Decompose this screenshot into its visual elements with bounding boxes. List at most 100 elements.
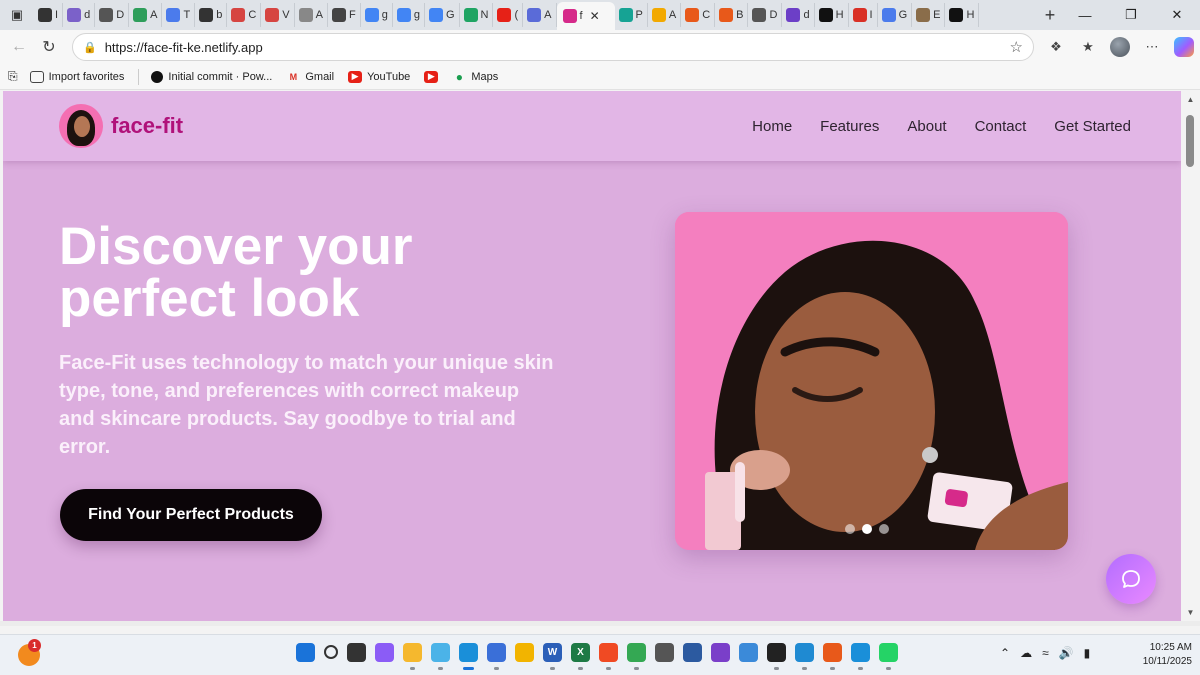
- browser-tab[interactable]: D: [95, 3, 130, 27]
- browser-tab[interactable]: V: [261, 3, 295, 27]
- extensions-icon[interactable]: ❖: [1044, 35, 1068, 59]
- carousel-dot-1[interactable]: [845, 524, 855, 534]
- address-bar[interactable]: 🔒 https://face-fit-ke.netlify.app ☆: [72, 33, 1034, 61]
- nav-contact[interactable]: Contact: [975, 118, 1027, 135]
- bookmark-maps[interactable]: ● Maps: [452, 70, 499, 84]
- browser-tab[interactable]: F: [328, 3, 361, 27]
- vertical-scrollbar[interactable]: ▲ ▼: [1181, 91, 1200, 626]
- network-status-icon[interactable]: ☁: [1020, 646, 1032, 660]
- browser-tab[interactable]: T: [162, 3, 196, 27]
- browser-tab[interactable]: d: [63, 3, 96, 27]
- tab-actions-icon[interactable]: ▣: [0, 0, 34, 30]
- edge-dev-icon[interactable]: [851, 643, 870, 670]
- brand-name[interactable]: face-fit: [111, 113, 183, 139]
- nav-home[interactable]: Home: [752, 118, 792, 135]
- browser-tab[interactable]: B: [715, 3, 749, 27]
- carousel-dot-2[interactable]: [862, 524, 872, 534]
- browser-tab[interactable]: D: [748, 3, 783, 27]
- logo-avatar[interactable]: [59, 104, 103, 148]
- bookmark-youtube[interactable]: ▶ YouTube: [348, 70, 410, 83]
- browser-tab[interactable]: A: [295, 3, 328, 27]
- browser-tab[interactable]: G: [878, 3, 913, 27]
- files-icon[interactable]: [515, 643, 534, 662]
- bookmark-import-favorites[interactable]: Import favorites: [29, 70, 124, 83]
- browser-tab[interactable]: E: [912, 3, 946, 27]
- carousel-dot-3[interactable]: [879, 524, 889, 534]
- restore-icon[interactable]: ❐: [1108, 0, 1154, 30]
- browser-tab[interactable]: P: [615, 3, 648, 27]
- close-tab-icon[interactable]: ✕: [590, 9, 600, 23]
- nav-features[interactable]: Features: [820, 118, 879, 135]
- tray-overflow-icon[interactable]: ⌃: [1000, 646, 1010, 660]
- scroll-down-icon[interactable]: ▼: [1181, 604, 1200, 620]
- browser-tab[interactable]: A: [523, 3, 557, 27]
- file-explorer-icon[interactable]: [403, 643, 422, 670]
- back-button[interactable]: ←: [4, 32, 34, 62]
- whatsapp-icon[interactable]: [879, 643, 898, 670]
- scroll-up-icon[interactable]: ▲: [1181, 91, 1200, 107]
- browser-tab[interactable]: H: [815, 3, 849, 27]
- weather-widget-icon[interactable]: 1: [18, 639, 41, 666]
- soccer-icon[interactable]: [655, 643, 674, 662]
- refresh-button[interactable]: ↻: [34, 32, 64, 62]
- browser-tab[interactable]: C: [227, 3, 262, 27]
- browser-tab[interactable]: g: [361, 3, 393, 27]
- favorites-icon[interactable]: ★: [1076, 35, 1100, 59]
- system-tray: ⌃ ☁ ≈ 🔊 ▮: [1000, 646, 1090, 660]
- bookmark-youtube-2[interactable]: ▶: [424, 70, 439, 83]
- volume-icon[interactable]: 🔊: [1059, 646, 1074, 660]
- chrome-dev-icon[interactable]: [823, 643, 842, 670]
- profile-button[interactable]: [1108, 35, 1132, 59]
- more-menu-icon[interactable]: ⋯: [1140, 35, 1164, 59]
- nav-get-started[interactable]: Get Started: [1054, 118, 1131, 135]
- browser-tab[interactable]: A: [129, 3, 163, 27]
- task-view-icon[interactable]: [347, 643, 366, 662]
- hero-carousel[interactable]: [675, 212, 1068, 550]
- new-tab-button[interactable]: +: [1038, 5, 1062, 26]
- store-icon[interactable]: [487, 643, 506, 670]
- browser-tab[interactable]: d: [782, 3, 815, 27]
- start-icon[interactable]: [296, 643, 315, 662]
- podcast-icon[interactable]: [711, 643, 730, 662]
- notepad-icon[interactable]: [739, 643, 758, 662]
- minimize-icon[interactable]: —: [1062, 0, 1108, 30]
- edge-icon[interactable]: [459, 643, 478, 670]
- favorite-star-icon[interactable]: ☆: [1010, 38, 1023, 56]
- chat-button[interactable]: [1106, 554, 1156, 604]
- copilot-button[interactable]: [1172, 35, 1196, 59]
- photos-icon[interactable]: [431, 643, 450, 670]
- browser-tab[interactable]: (: [493, 3, 524, 27]
- battery-icon[interactable]: ▮: [1084, 646, 1091, 660]
- url-text[interactable]: https://face-fit-ke.netlify.app: [105, 40, 1010, 55]
- pen-icon[interactable]: [683, 643, 702, 662]
- bookmark-gmail[interactable]: M Gmail: [286, 71, 334, 83]
- browser-tab[interactable]: N: [460, 3, 494, 27]
- excel-icon[interactable]: X: [571, 643, 590, 670]
- active-tab[interactable]: f ✕: [556, 2, 615, 30]
- browser-tab[interactable]: g: [393, 3, 425, 27]
- chrome-icon[interactable]: [627, 643, 646, 670]
- brave-icon[interactable]: [599, 643, 618, 670]
- wifi-icon[interactable]: ≈: [1042, 646, 1049, 660]
- copilot-icon[interactable]: [375, 643, 394, 662]
- word-icon[interactable]: W: [543, 643, 562, 670]
- search-icon[interactable]: [324, 645, 338, 659]
- browser-tab[interactable]: I: [34, 3, 64, 27]
- scroll-thumb[interactable]: [1186, 115, 1194, 167]
- browser-tab[interactable]: H: [945, 3, 980, 27]
- browser-tab[interactable]: b: [195, 3, 228, 27]
- close-window-icon[interactable]: ✕: [1154, 0, 1200, 30]
- browser-tab[interactable]: I: [849, 3, 878, 27]
- bookmark-github[interactable]: Initial commit · Pow...: [151, 70, 272, 83]
- clock[interactable]: 10:25 AM 10/11/2025: [1122, 641, 1192, 669]
- terminal-icon[interactable]: [767, 643, 786, 670]
- browser-tab[interactable]: A: [648, 3, 682, 27]
- collections-icon[interactable]: ⎘: [8, 69, 18, 84]
- find-products-button[interactable]: Find Your Perfect Products: [60, 489, 322, 541]
- tab-title: g: [413, 9, 420, 21]
- lock-icon[interactable]: 🔒: [83, 41, 97, 54]
- vscode-icon[interactable]: [795, 643, 814, 670]
- browser-tab[interactable]: G: [425, 3, 460, 27]
- browser-tab[interactable]: C: [681, 3, 716, 27]
- nav-about[interactable]: About: [907, 118, 946, 135]
